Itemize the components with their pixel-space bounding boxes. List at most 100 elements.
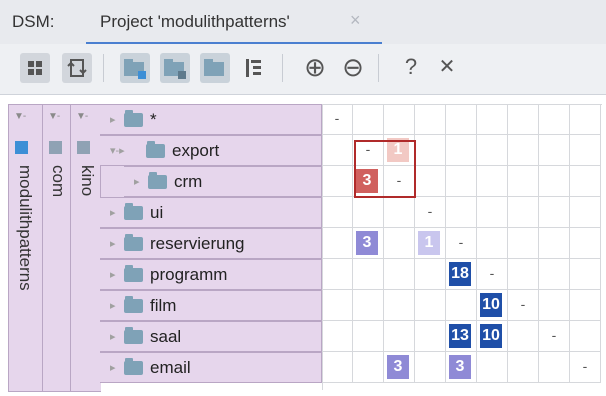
matrix-cell[interactable] xyxy=(539,290,570,321)
matrix-cell[interactable] xyxy=(353,321,384,352)
package-icon[interactable] xyxy=(120,53,150,83)
tree-column-kino[interactable]: ▼- kino xyxy=(70,104,101,392)
matrix-cell[interactable] xyxy=(477,104,508,135)
matrix-cell[interactable] xyxy=(539,228,570,259)
matrix-cell[interactable] xyxy=(384,104,415,135)
matrix-cell[interactable]: 10 xyxy=(477,321,508,352)
matrix-cell[interactable] xyxy=(353,290,384,321)
matrix-cell[interactable] xyxy=(508,197,539,228)
matrix-cell[interactable] xyxy=(570,228,601,259)
expand-icon[interactable]: ▸ xyxy=(110,113,116,126)
matrix-cell[interactable] xyxy=(539,135,570,166)
matrix-cell[interactable] xyxy=(477,197,508,228)
tree-row-email[interactable]: ▸ email xyxy=(100,352,322,383)
matrix-cell[interactable] xyxy=(415,259,446,290)
matrix-cell[interactable] xyxy=(384,197,415,228)
matrix-cell[interactable] xyxy=(446,197,477,228)
collapse-icon[interactable]: ▼- xyxy=(14,111,26,122)
matrix-cell[interactable]: 3 xyxy=(384,352,415,383)
matrix-cell[interactable] xyxy=(384,321,415,352)
expand-icon[interactable]: ▸ xyxy=(110,268,116,281)
matrix-cell[interactable] xyxy=(384,290,415,321)
matrix-cell[interactable] xyxy=(415,290,446,321)
refresh-icon[interactable] xyxy=(62,53,92,83)
matrix-cell[interactable] xyxy=(446,166,477,197)
tree-column-modulithpatterns[interactable]: ▼- modulithpatterns xyxy=(8,104,43,392)
matrix-cell[interactable] xyxy=(353,259,384,290)
matrix-cell[interactable] xyxy=(322,166,353,197)
tree-column-com[interactable]: ▼- com xyxy=(42,104,71,392)
matrix-cell[interactable] xyxy=(322,321,353,352)
matrix-cell[interactable] xyxy=(570,197,601,228)
matrix-cell[interactable] xyxy=(570,290,601,321)
tree-row-saal[interactable]: ▸ saal xyxy=(100,321,322,352)
matrix-cell[interactable] xyxy=(322,228,353,259)
matrix-cell[interactable] xyxy=(322,135,353,166)
grid-icon[interactable] xyxy=(20,53,50,83)
expand-icon[interactable]: ▸ xyxy=(110,361,116,374)
matrix-cell[interactable] xyxy=(415,321,446,352)
matrix-cell[interactable] xyxy=(477,228,508,259)
matrix-cell[interactable]: - xyxy=(477,259,508,290)
matrix-cell[interactable]: 3 xyxy=(353,228,384,259)
tab-close-icon[interactable]: × xyxy=(350,10,361,31)
matrix-cell[interactable] xyxy=(539,166,570,197)
matrix-cell[interactable]: 3 xyxy=(446,352,477,383)
matrix-cell[interactable] xyxy=(322,290,353,321)
matrix-cell[interactable] xyxy=(322,259,353,290)
matrix-cell[interactable]: - xyxy=(508,290,539,321)
matrix-cell[interactable] xyxy=(446,104,477,135)
help-icon[interactable]: ? xyxy=(396,52,426,82)
matrix-cell[interactable] xyxy=(508,166,539,197)
matrix-cell[interactable]: 1 xyxy=(415,228,446,259)
matrix-cell[interactable] xyxy=(446,135,477,166)
matrix-cell[interactable]: - xyxy=(539,321,570,352)
package-icon[interactable] xyxy=(200,53,230,83)
matrix-cell[interactable] xyxy=(322,197,353,228)
matrix-cell[interactable] xyxy=(508,135,539,166)
matrix-cell[interactable]: - xyxy=(415,197,446,228)
package-icon[interactable] xyxy=(160,53,190,83)
expand-icon[interactable]: ▸ xyxy=(110,206,116,219)
plus-circle-icon[interactable]: ⊕ xyxy=(300,52,330,82)
matrix-cell[interactable] xyxy=(353,197,384,228)
matrix-cell[interactable]: 13 xyxy=(446,321,477,352)
expand-icon[interactable]: ▸ xyxy=(110,330,116,343)
expand-icon[interactable]: ▸ xyxy=(110,299,116,312)
hierarchy-icon[interactable] xyxy=(238,53,268,83)
tree-row-export[interactable]: ▾-▸ export xyxy=(100,135,322,166)
tab-project[interactable]: Project 'modulithpatterns' × xyxy=(86,0,382,45)
matrix-cell[interactable] xyxy=(539,352,570,383)
matrix-cell[interactable] xyxy=(570,166,601,197)
matrix-cell[interactable] xyxy=(415,135,446,166)
minus-circle-icon[interactable]: ⊖ xyxy=(338,52,368,82)
matrix-cell[interactable] xyxy=(384,228,415,259)
tree-row-film[interactable]: ▸ film xyxy=(100,290,322,321)
tree-row-root[interactable]: ▸ * xyxy=(100,104,322,135)
matrix-cell[interactable]: - xyxy=(446,228,477,259)
matrix-cell[interactable]: 10 xyxy=(477,290,508,321)
matrix-cell[interactable] xyxy=(570,135,601,166)
matrix-cell[interactable] xyxy=(539,259,570,290)
matrix-cell[interactable] xyxy=(384,259,415,290)
tree-row-crm[interactable]: ▸ crm xyxy=(124,166,322,197)
matrix-cell[interactable] xyxy=(508,259,539,290)
matrix-cell[interactable]: - xyxy=(322,104,353,135)
tree-row-programm[interactable]: ▸ programm xyxy=(100,259,322,290)
matrix-cell[interactable] xyxy=(539,197,570,228)
matrix-cell[interactable] xyxy=(508,104,539,135)
matrix-cell[interactable] xyxy=(415,352,446,383)
expand-icon[interactable]: ▸ xyxy=(134,175,140,188)
matrix-cell[interactable] xyxy=(477,166,508,197)
expand-icon[interactable]: ▸ xyxy=(110,237,116,250)
matrix-cell[interactable] xyxy=(508,352,539,383)
matrix-cell[interactable] xyxy=(415,104,446,135)
matrix-cell[interactable] xyxy=(570,321,601,352)
collapse-icon[interactable]: ▼- xyxy=(48,111,60,122)
matrix-cell[interactable] xyxy=(353,104,384,135)
matrix-cell[interactable] xyxy=(477,352,508,383)
matrix-cell[interactable] xyxy=(570,259,601,290)
matrix-cell[interactable] xyxy=(353,352,384,383)
matrix-cell[interactable] xyxy=(415,166,446,197)
matrix-cell[interactable] xyxy=(446,290,477,321)
